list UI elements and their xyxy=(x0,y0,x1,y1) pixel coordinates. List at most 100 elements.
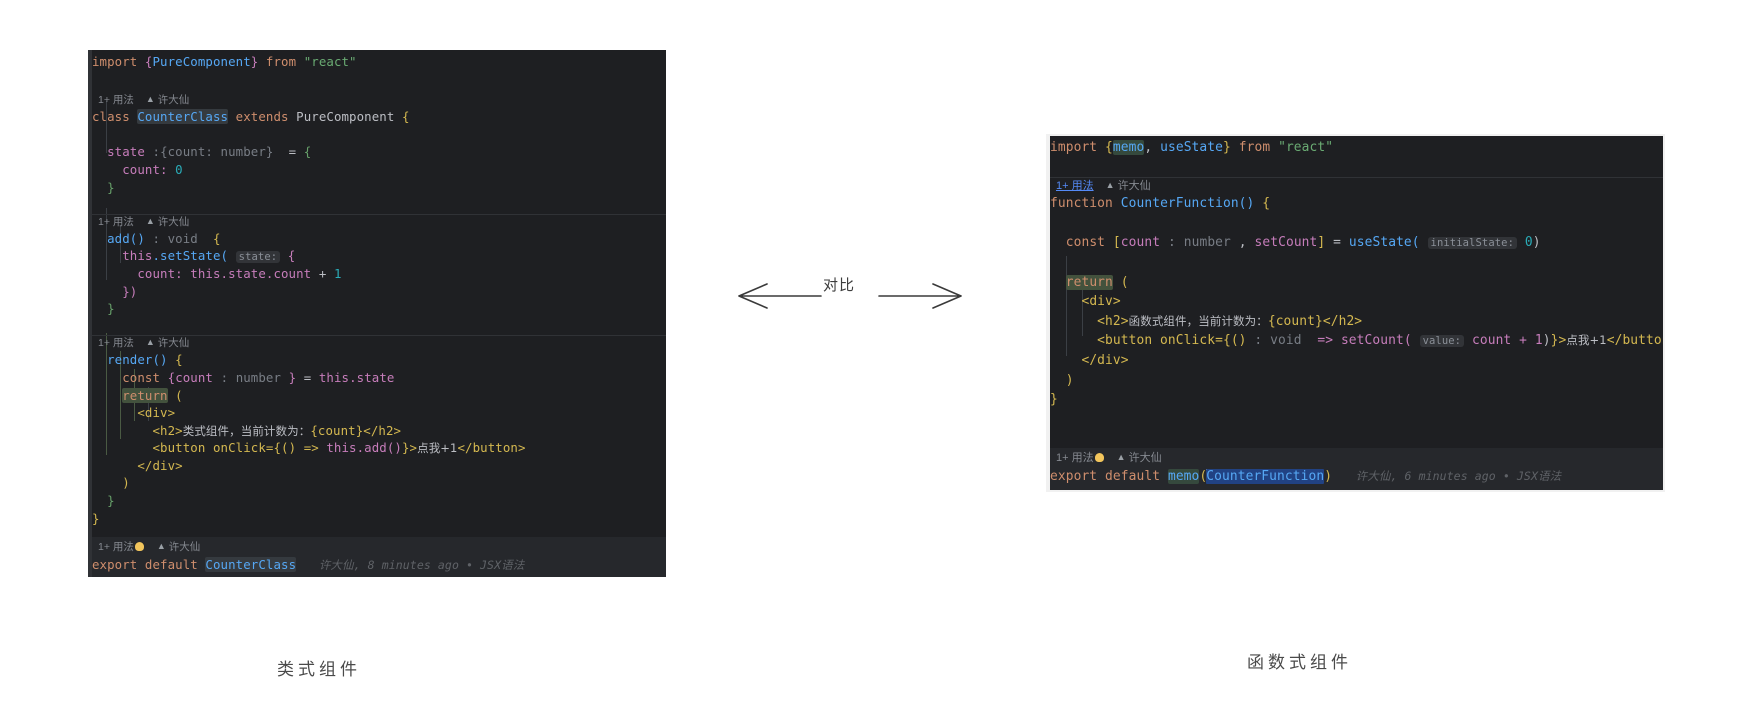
author-name[interactable]: 许大仙 xyxy=(1129,452,1162,464)
jsx-tag-close: </h2> xyxy=(1322,313,1363,329)
code-line: }) xyxy=(92,283,666,301)
git-blame-annotation[interactable]: 许大仙, 8 minutes ago • JSX语法 xyxy=(319,558,525,572)
arrow-label: 对比 xyxy=(823,276,856,294)
handler-open: {() xyxy=(1222,333,1247,349)
jsx-tag-close: </button> xyxy=(457,440,526,456)
person-icon: ▲ xyxy=(1105,180,1115,191)
expression: count + 1 xyxy=(1471,333,1543,349)
jsx-expression: {count} xyxy=(1267,313,1323,329)
code-line: class CounterClass extends PureComponent… xyxy=(92,108,666,126)
handler-open: {() => xyxy=(273,440,327,456)
class-component-code-panel[interactable]: import {PureComponent} from "react" 1+ 用… xyxy=(88,50,666,577)
brace: { xyxy=(401,109,410,125)
usages-count[interactable]: 1+ 用法 xyxy=(98,337,134,349)
code-line: <div> xyxy=(92,404,666,422)
paren: ( xyxy=(175,387,183,403)
jsx-text: 点我+1 xyxy=(1566,333,1607,348)
codevision-hint-row[interactable]: 1+ 用法 ▲ 许大仙 xyxy=(92,93,666,108)
codevision-hint-row[interactable]: 1+ 用法 ▲ 许大仙 xyxy=(1050,177,1663,194)
import-keyword: import xyxy=(1050,140,1098,155)
code-line: </div> xyxy=(1050,351,1663,371)
function-component-code-panel[interactable]: import {memo, useState} from "react" 1+ … xyxy=(1046,134,1665,492)
code-line: this.setState( state: { xyxy=(92,247,666,265)
paren: ( xyxy=(1120,274,1129,290)
code-line: } xyxy=(92,510,666,528)
default-keyword: default xyxy=(144,557,198,573)
author-name[interactable]: 许大仙 xyxy=(169,541,201,553)
codevision-hint-row[interactable]: 1+ 用法 ▲ 许大仙 xyxy=(92,213,666,230)
jsx-tag-close: </button> xyxy=(1606,333,1663,349)
codevision-hint-row[interactable]: 1+ 用法 ▲ 许大仙 xyxy=(1050,450,1663,466)
code-line: return ( xyxy=(1050,273,1663,293)
jsx-expression: {count} xyxy=(310,422,364,438)
caption-function-component: 函数式组件 xyxy=(1247,653,1352,673)
jsx-tag-open: <button onClick= xyxy=(152,440,274,456)
jsx-text: 类式组件，当前计数为： xyxy=(182,423,311,438)
brace: } xyxy=(1050,392,1058,408)
person-icon: ▲ xyxy=(145,215,155,226)
code-line: return ( xyxy=(92,387,666,405)
author-name[interactable]: 许大仙 xyxy=(158,94,190,106)
paren: ) xyxy=(1065,372,1074,388)
class-keyword: class xyxy=(92,109,130,125)
usestate-hook: useState( xyxy=(1348,235,1420,251)
code-line: } xyxy=(1050,390,1663,410)
right-code-body[interactable]: import {memo, useState} from "react" 1+ … xyxy=(1050,138,1663,429)
usages-count[interactable]: 1+ 用法 xyxy=(98,94,134,106)
number-literal: 0 xyxy=(1524,235,1533,251)
this-keyword: this xyxy=(122,248,153,264)
class-name: CounterClass xyxy=(137,109,229,125)
author-name[interactable]: 许大仙 xyxy=(158,216,190,228)
person-icon: ▲ xyxy=(156,541,166,551)
return-type-hint: void xyxy=(167,230,198,246)
jsx-tag: <div> xyxy=(1081,294,1121,310)
codevision-hint-row[interactable]: 1+ 用法 ▲ 许大仙 xyxy=(92,540,666,555)
type-hint: {count: number} xyxy=(160,144,274,160)
paren: ) xyxy=(1532,235,1541,251)
code-line: function CounterFunction() { xyxy=(1050,194,1663,214)
usages-count[interactable]: 1+ 用法 xyxy=(98,216,134,228)
code-line: ) xyxy=(1050,371,1663,391)
bracket: [ xyxy=(1112,235,1121,251)
export-line: export default memo(CounterFunction) 许大仙… xyxy=(1050,467,1663,487)
left-code-body[interactable]: import {PureComponent} from "react" 1+ 用… xyxy=(92,53,666,562)
brace: { xyxy=(1105,140,1113,155)
exported-identifier: CounterClass xyxy=(205,557,297,573)
import-keyword: import xyxy=(92,54,138,69)
function-keyword: function xyxy=(1050,196,1113,212)
brace: { xyxy=(1262,196,1271,212)
colon: : xyxy=(1167,235,1176,251)
render-method: render() xyxy=(107,352,168,368)
closing-paren: }) xyxy=(122,283,138,299)
jsx-tag: <div> xyxy=(137,405,176,421)
destructured-ident: count xyxy=(175,369,213,385)
brace: } xyxy=(92,510,100,526)
code-line: } xyxy=(92,300,666,318)
module-string: "react" xyxy=(1278,140,1334,155)
usages-count[interactable]: 1+ 用法 xyxy=(98,541,134,553)
brace: } xyxy=(1223,140,1231,155)
author-name[interactable]: 许大仙 xyxy=(158,337,190,349)
author-name[interactable]: 许大仙 xyxy=(1118,180,1151,192)
type-hint: number xyxy=(1183,235,1231,251)
usages-count[interactable]: 1+ 用法 xyxy=(1056,180,1094,192)
code-line: const [count : number , setCount] = useS… xyxy=(1050,233,1663,253)
from-keyword: from xyxy=(265,54,297,69)
lightbulb-icon[interactable] xyxy=(1094,453,1104,462)
person-icon: ▲ xyxy=(1116,452,1126,462)
code-line: const {count : number } = this.state xyxy=(92,369,666,387)
git-blame-annotation[interactable]: 许大仙, 6 minutes ago • JSX语法 xyxy=(1356,469,1562,483)
equals: = xyxy=(1333,235,1342,251)
lightbulb-icon[interactable] xyxy=(134,542,144,551)
jsx-tag: </div> xyxy=(137,457,183,473)
paren: ) xyxy=(122,475,130,491)
imported-symbol: PureComponent xyxy=(152,54,251,69)
code-line: </div> xyxy=(92,457,666,475)
imported-symbol-memo: memo xyxy=(1112,140,1145,155)
memo-identifier: memo xyxy=(1167,469,1200,485)
usages-count[interactable]: 1+ 用法 xyxy=(1056,452,1094,464)
codevision-hint-row[interactable]: 1+ 用法 ▲ 许大仙 xyxy=(92,335,666,351)
